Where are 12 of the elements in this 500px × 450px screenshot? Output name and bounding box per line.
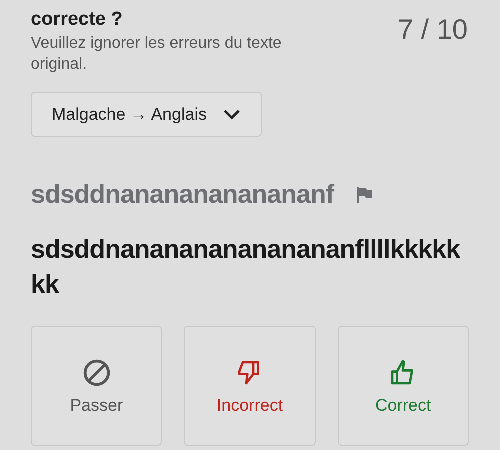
progress-counter: 7 / 10 bbox=[398, 14, 468, 47]
chevron-down-icon bbox=[222, 108, 241, 120]
correct-button[interactable]: Correct bbox=[338, 326, 469, 446]
flag-icon[interactable] bbox=[354, 184, 374, 204]
incorrect-button[interactable]: Incorrect bbox=[184, 326, 316, 446]
source-text: sdsddnanananananananf bbox=[31, 178, 334, 211]
skip-button[interactable]: Passer bbox=[31, 326, 162, 446]
instruction-text: Veuillez ignorer les erreurs du texte original. bbox=[31, 34, 283, 75]
question-title: correcte ? bbox=[31, 8, 124, 32]
prohibited-icon bbox=[82, 359, 111, 387]
language-dropdown[interactable]: Malgache → Anglais bbox=[31, 92, 262, 137]
translation-text: sdsddnananananananananfllllkkkkkkk bbox=[31, 233, 461, 301]
